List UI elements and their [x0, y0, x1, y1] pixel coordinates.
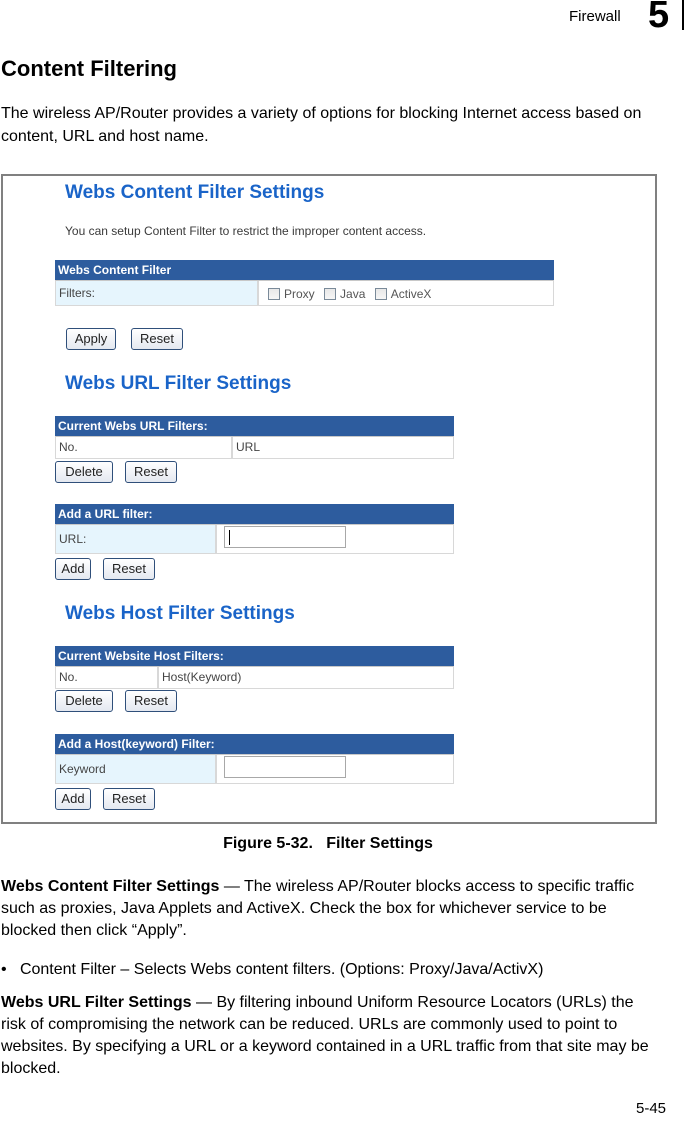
- proxy-label: Proxy: [284, 286, 315, 301]
- section-intro: The wireless AP/Router provides a variet…: [1, 105, 642, 145]
- url-filter-paragraph: Webs URL Filter Settings — By filtering …: [1, 992, 661, 1080]
- current-url-filters-table: Current Webs URL Filters: No. URL: [55, 416, 454, 459]
- content-filter-paragraph: Webs Content Filter Settings — The wirel…: [1, 876, 661, 942]
- chapter-number: 5: [648, 0, 670, 36]
- url-add-reset-button[interactable]: Reset: [103, 558, 155, 580]
- text-caret: [229, 530, 230, 545]
- current-host-filters-table: Current Website Host Filters: No. Host(K…: [55, 646, 454, 689]
- host-reset-button[interactable]: Reset: [125, 690, 177, 712]
- url-filters-columns: No. URL: [55, 436, 454, 459]
- content-filter-heading: Webs Content Filter Settings: [65, 182, 325, 203]
- host-delete-button[interactable]: Delete: [55, 690, 113, 712]
- url-col-no: No.: [56, 437, 233, 458]
- url-field-cell: [217, 525, 453, 553]
- filters-row: Filters: Proxy Java ActiveX: [55, 280, 554, 306]
- url-filter-heading: Webs URL Filter Settings: [65, 373, 292, 394]
- apply-button[interactable]: Apply: [66, 328, 116, 350]
- url-filter-term: Webs URL Filter Settings: [1, 994, 192, 1011]
- chapter-rule: [682, 0, 684, 30]
- host-add-reset-button[interactable]: Reset: [103, 788, 155, 810]
- add-host-filter-header: Add a Host(keyword) Filter:: [55, 734, 454, 754]
- url-field-label: URL:: [56, 525, 217, 553]
- keyword-field-label: Keyword: [56, 755, 217, 783]
- content-filter-bullet: • Content Filter – Selects Webs content …: [1, 961, 544, 978]
- section-title: Content Filtering: [1, 56, 177, 81]
- filters-label: Filters:: [56, 281, 259, 305]
- add-url-row: URL:: [55, 524, 454, 554]
- host-filters-columns: No. Host(Keyword): [55, 666, 454, 689]
- url-reset-button[interactable]: Reset: [125, 461, 177, 483]
- activex-label: ActiveX: [390, 286, 432, 301]
- add-url-filter-table: Add a URL filter: URL:: [55, 504, 454, 554]
- filters-options: Proxy Java ActiveX: [259, 281, 553, 305]
- url-add-button[interactable]: Add: [55, 558, 91, 580]
- content-filter-table-header: Webs Content Filter: [55, 260, 554, 280]
- host-filter-heading: Webs Host Filter Settings: [65, 603, 295, 624]
- content-filter-table: Webs Content Filter Filters: Proxy Java …: [55, 260, 554, 306]
- host-col-no: No.: [56, 667, 159, 688]
- figure-caption: Figure 5-32. Filter Settings: [223, 835, 433, 852]
- activex-checkbox[interactable]: [374, 287, 387, 300]
- host-col-keyword: Host(Keyword): [159, 667, 453, 688]
- current-url-filters-header: Current Webs URL Filters:: [55, 416, 454, 436]
- url-col-url: URL: [233, 437, 453, 458]
- host-add-button[interactable]: Add: [55, 788, 91, 810]
- url-delete-button[interactable]: Delete: [55, 461, 113, 483]
- chapter-title: Firewall: [569, 8, 621, 25]
- content-filter-description: You can setup Content Filter to restrict…: [65, 224, 427, 238]
- page-number: 5-45: [636, 1100, 667, 1117]
- add-url-filter-header: Add a URL filter:: [55, 504, 454, 524]
- figure-screenshot: Webs Content Filter Settings You can set…: [1, 174, 657, 824]
- add-host-row: Keyword: [55, 754, 454, 784]
- keyword-input[interactable]: [224, 756, 346, 778]
- java-label: Java: [340, 286, 366, 301]
- proxy-checkbox[interactable]: [268, 287, 280, 300]
- add-host-filter-table: Add a Host(keyword) Filter: Keyword: [55, 734, 454, 784]
- current-host-filters-header: Current Website Host Filters:: [55, 646, 454, 666]
- java-checkbox[interactable]: [324, 287, 337, 300]
- content-filter-term: Webs Content Filter Settings: [1, 878, 220, 895]
- keyword-field-cell: [217, 755, 453, 783]
- content-reset-button[interactable]: Reset: [131, 328, 183, 350]
- url-input[interactable]: [224, 526, 346, 548]
